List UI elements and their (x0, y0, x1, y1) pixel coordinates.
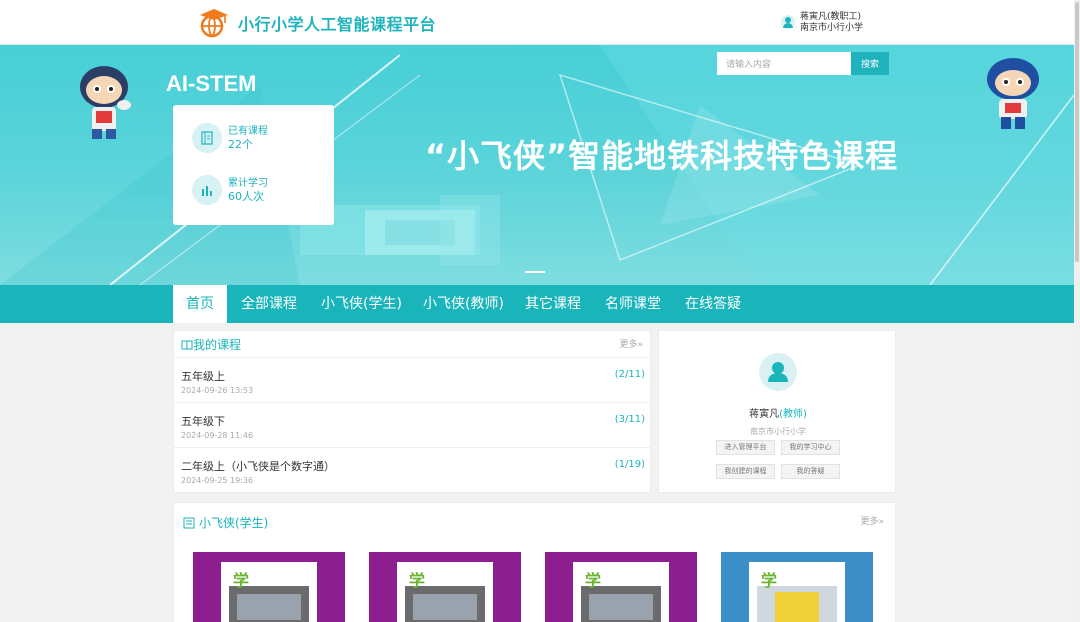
course-row[interactable]: 二年级上（小飞侠是个数字通） 2024-09-25 19:36 (1/19) (174, 447, 651, 492)
course-progress: (1/19) (614, 459, 645, 470)
user-icon (781, 15, 795, 29)
avatar[interactable] (759, 353, 797, 391)
course-date: 2024-09-28 11:46 (181, 431, 254, 440)
hero-banner[interactable]: AI-STEM “小飞侠”智能地铁科技特色课程 搜索 已有课程 22个 (0, 45, 1074, 285)
my-created-courses-button[interactable]: 我创建的课程 (716, 464, 775, 479)
course-row[interactable]: 五年级下 2024-09-28 11:46 (3/11) (174, 402, 651, 447)
book-cover-image: 学 (369, 552, 521, 622)
course-book-icon (181, 340, 193, 349)
profile-school: 南京市小行小学 (750, 427, 806, 436)
student-section-title: 小飞侠(学生) (199, 516, 269, 530)
book-icon (192, 123, 222, 153)
site-title[interactable]: 小行小学人工智能课程平台 (238, 11, 436, 35)
ai-stem-brand: AI-STEM (166, 71, 257, 96)
course-date: 2024-09-26 13:53 (181, 386, 254, 395)
learning-center-button[interactable]: 我的学习中心 (781, 440, 840, 455)
admin-platform-button[interactable]: 进入管理平台 (716, 440, 775, 455)
stat-value: 60人次 (228, 190, 264, 203)
search-button[interactable]: 搜索 (851, 52, 889, 75)
course-progress: (2/11) (614, 369, 645, 380)
nav-home[interactable]: 首页 (173, 285, 227, 323)
svg-text:学: 学 (761, 571, 777, 590)
profile-name: 蒋寅凡 (749, 409, 780, 420)
profile-panel: 蒋寅凡(教师) 南京市小行小学 进入管理平台 我的学习中心 我创建的课程 我的答… (658, 330, 896, 493)
stat-learning: 累计学习 60人次 (192, 175, 268, 205)
profile-role: (教师) (779, 409, 807, 420)
section-book-icon (183, 517, 195, 528)
search-bar: 搜索 (717, 52, 889, 75)
course-row[interactable]: 五年级上 2024-09-26 13:53 (2/11) (174, 357, 651, 402)
graduation-globe-logo-icon[interactable] (198, 8, 230, 38)
page: 小行小学人工智能课程平台 蒋寅凡(教职工) 南京市小行小学 AI-STEM “小… (0, 0, 1080, 622)
bar-chart-icon (192, 175, 222, 205)
course-name[interactable]: 二年级上（小飞侠是个数字通） (181, 458, 335, 474)
user-avatar-icon (768, 362, 788, 382)
course-progress: (3/11) (614, 414, 645, 425)
book-cover-image: 学 (721, 552, 873, 622)
main-nav: 首页 全部课程 小飞侠(学生) 小飞侠(教师) 其它课程 名师课堂 在线答疑 (0, 285, 1074, 323)
student-section-panel: 小飞侠(学生) 更多» 学 学 学 学 (173, 502, 896, 622)
svg-text:学: 学 (409, 571, 425, 590)
course-date: 2024-09-25 19:36 (181, 476, 254, 485)
stat-label: 已有课程 (228, 126, 268, 137)
user-school: 南京市小行小学 (800, 23, 864, 33)
book-cover-image: 学 (193, 552, 345, 622)
course-book-card[interactable]: 学 (545, 552, 697, 622)
my-courses-panel: 我的课程 更多» 五年级上 2024-09-26 13:53 (2/11) 五年… (173, 330, 651, 493)
my-courses-more-link[interactable]: 更多» (619, 337, 643, 350)
user-name: 蒋寅凡(教职工) (800, 12, 862, 22)
search-input[interactable] (717, 52, 851, 75)
course-book-card[interactable]: 学 (721, 552, 873, 622)
nav-all-courses[interactable]: 全部课程 (227, 285, 311, 323)
my-courses-title: 我的课程 (193, 338, 242, 352)
student-section-more-link[interactable]: 更多» (860, 514, 884, 527)
course-name[interactable]: 五年级上 (181, 368, 225, 384)
course-name[interactable]: 五年级下 (181, 413, 225, 429)
nav-online-qa[interactable]: 在线答疑 (671, 285, 755, 323)
top-header: 小行小学人工智能课程平台 蒋寅凡(教职工) 南京市小行小学 (0, 0, 1074, 45)
nav-teacher-xiaofeixia[interactable]: 小飞侠(教师) (409, 285, 518, 323)
banner-headline: “小飞侠”智能地铁科技特色课程 (425, 137, 899, 175)
nav-student-xiaofeixia[interactable]: 小飞侠(学生) (307, 285, 416, 323)
nav-other-courses[interactable]: 其它课程 (511, 285, 595, 323)
scrollbar-thumb[interactable] (1075, 2, 1079, 262)
svg-text:学: 学 (585, 571, 601, 590)
my-qa-button[interactable]: 我的答疑 (781, 464, 840, 479)
stat-value: 22个 (228, 138, 253, 151)
course-book-card[interactable]: 学 (369, 552, 521, 622)
stat-courses: 已有课程 22个 (192, 123, 268, 153)
svg-text:学: 学 (233, 571, 249, 590)
book-cover-image: 学 (545, 552, 697, 622)
course-book-card[interactable]: 学 (193, 552, 345, 622)
nav-famous-teacher[interactable]: 名师课堂 (591, 285, 675, 323)
stats-card: 已有课程 22个 累计学习 60人次 (173, 105, 334, 225)
page-scrollbar[interactable] (1074, 0, 1080, 622)
user-account[interactable]: 蒋寅凡(教职工) 南京市小行小学 (781, 12, 863, 34)
stat-label: 累计学习 (228, 178, 268, 189)
carousel-indicator[interactable] (525, 271, 545, 273)
